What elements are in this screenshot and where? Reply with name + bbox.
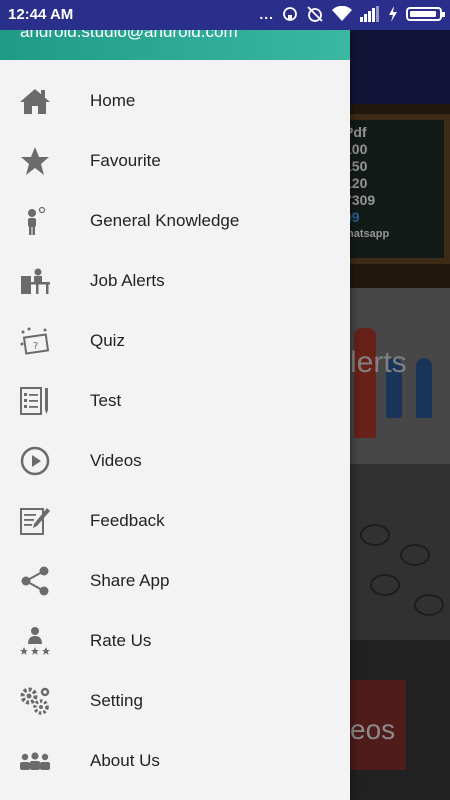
menu-item-feedback[interactable]: Feedback [0, 491, 350, 551]
status-bar: 12:44 AM ... [0, 0, 450, 30]
more-notifications-icon: ... [259, 6, 274, 22]
gears-icon [18, 686, 52, 716]
alarm-off-icon [306, 5, 324, 23]
home-icon [18, 86, 52, 116]
play-circle-icon [18, 446, 52, 476]
svg-text:?: ? [33, 341, 38, 352]
menu-item-label: Rate Us [90, 631, 152, 650]
menu-item-job-alerts[interactable]: Job Alerts [0, 251, 350, 311]
battery-icon [406, 7, 445, 21]
menu-item-label: Home [90, 91, 136, 110]
sync-icon [282, 6, 298, 22]
star-icon [18, 146, 52, 176]
menu-item-share-app[interactable]: Share App [0, 551, 350, 611]
menu-item-label: Videos [90, 451, 142, 470]
group-icon [18, 746, 52, 776]
quiz-board-icon: ? [18, 326, 52, 356]
menu-item-favourite[interactable]: Favourite [0, 131, 350, 191]
menu-item-label: Share App [90, 571, 170, 590]
menu-item-test[interactable]: Test [0, 371, 350, 431]
status-time: 12:44 AM [8, 6, 74, 23]
person-thinking-icon [18, 206, 52, 236]
desk-worker-icon [18, 266, 52, 296]
navigation-drawer: android.studio@android.com Home Favourit… [0, 30, 350, 800]
charging-icon [388, 6, 398, 22]
menu-item-home[interactable]: Home [0, 71, 350, 131]
menu-item-label: Quiz [90, 331, 125, 350]
menu-item-setting[interactable]: Setting [0, 671, 350, 731]
rating-person-icon [18, 626, 52, 656]
drawer-menu: Home Favourite General Knowledge Job Ale… [0, 71, 350, 791]
checklist-icon [18, 386, 52, 416]
menu-item-quiz[interactable]: ? Quiz [0, 311, 350, 371]
menu-item-label: Setting [90, 691, 143, 710]
menu-item-rate-us[interactable]: Rate Us [0, 611, 350, 671]
menu-item-label: General Knowledge [90, 211, 240, 230]
feedback-form-icon [18, 506, 52, 536]
menu-item-label: Test [90, 391, 122, 410]
menu-item-label: Feedback [90, 511, 165, 530]
status-icons: ... [259, 5, 445, 23]
wifi-icon [332, 6, 352, 22]
menu-item-label: Favourite [90, 151, 161, 170]
menu-item-label: Job Alerts [90, 271, 165, 290]
menu-item-videos[interactable]: Videos [0, 431, 350, 491]
drawer-header: android.studio@android.com [0, 30, 350, 60]
menu-item-label: About Us [90, 751, 160, 770]
signal-icon [360, 6, 380, 22]
user-email: android.studio@android.com [20, 30, 238, 41]
menu-item-general-knowledge[interactable]: General Knowledge [0, 191, 350, 251]
menu-item-about-us[interactable]: About Us [0, 731, 350, 791]
share-icon [18, 566, 52, 596]
